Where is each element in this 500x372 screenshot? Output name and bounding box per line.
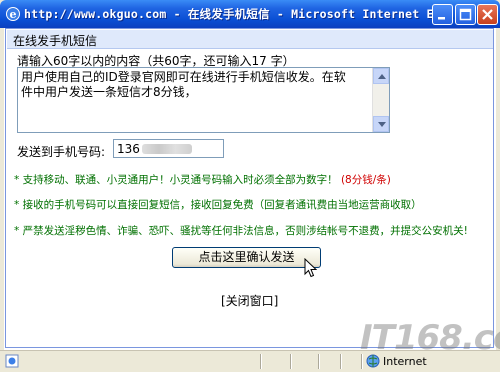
window-title: http://www.okguo.com - 在线发手机短信 - Microso… [24,7,455,21]
maximize-icon [459,8,472,21]
price-highlight: (8分钱/条) [340,174,391,186]
status-separator [290,354,291,369]
note-text: * 严禁发送淫秽色情、诈骗、恐吓、骚扰等任何非法信息，否则涉结帐号不退费，并提交… [14,225,468,237]
status-separator [340,354,341,369]
svg-text:e: e [10,8,17,21]
title-bar[interactable]: e http://www.okguo.com - 在线发手机短信 - Micro… [0,0,500,28]
confirm-send-button[interactable]: 点击这里确认发送 [172,247,321,268]
message-text: 用户使用自己的ID登录官网即可在线进行手机短信收发。在软件中用户发送一条短信才8… [21,70,346,99]
status-separator [260,354,261,369]
minimize-icon [438,17,445,20]
close-button[interactable] [477,4,498,25]
page-done-icon [5,354,19,368]
phone-number-value: 136 [117,142,140,156]
redacted-digits [142,144,192,154]
scroll-up-button[interactable] [373,68,389,84]
scroll-down-button[interactable] [373,116,389,132]
phone-label: 发送到手机号码: [17,145,106,159]
note-text: * 接收的手机号码可以直接回复短信，接收回复免费（回复者通讯费由当地运营商收取） [14,199,422,211]
browser-window: e http://www.okguo.com - 在线发手机短信 - Micro… [0,0,500,372]
message-textarea[interactable]: 用户使用自己的ID登录官网即可在线进行手机短信收发。在软件中用户发送一条短信才8… [17,67,390,133]
panel-header: 在线发手机短信 [7,30,493,49]
panel-title: 在线发手机短信 [13,34,98,48]
ie-icon: e [6,7,20,21]
close-icon [482,9,493,20]
page-content: 在线发手机短信 请输入60字以内的内容（共60字，还可输入17 字） 用户使用自… [4,28,496,350]
maximize-button[interactable] [455,4,476,25]
chevron-down-icon [378,122,386,127]
status-separator [318,354,319,369]
close-window-link[interactable]: [关闭窗口] [221,292,278,309]
sms-panel: 在线发手机短信 请输入60字以内的内容（共60字，还可输入17 字） 用户使用自… [5,28,494,348]
note-text: * 支持移动、联通、小灵通用户！小灵通号码输入时必须全部为数字！ [14,174,338,186]
phone-number-input[interactable]: 136 [113,139,224,158]
minimize-button[interactable] [432,4,453,25]
chevron-up-icon [378,74,386,79]
mouse-cursor-icon [304,258,318,278]
vertical-scrollbar[interactable] [372,68,389,132]
note-prohibited-content: * 严禁发送淫秽色情、诈骗、恐吓、骚扰等任何非法信息，否则涉结帐号不退费，并提交… [14,223,468,238]
watermark-logo: IT168.com [360,318,500,358]
note-reply-free: * 接收的手机号码可以直接回复短信，接收回复免费（回复者通讯费由当地运营商收取） [14,197,422,212]
note-supported-carriers: * 支持移动、联通、小灵通用户！小灵通号码输入时必须全部为数字！ (8分钱/条) [14,172,391,187]
